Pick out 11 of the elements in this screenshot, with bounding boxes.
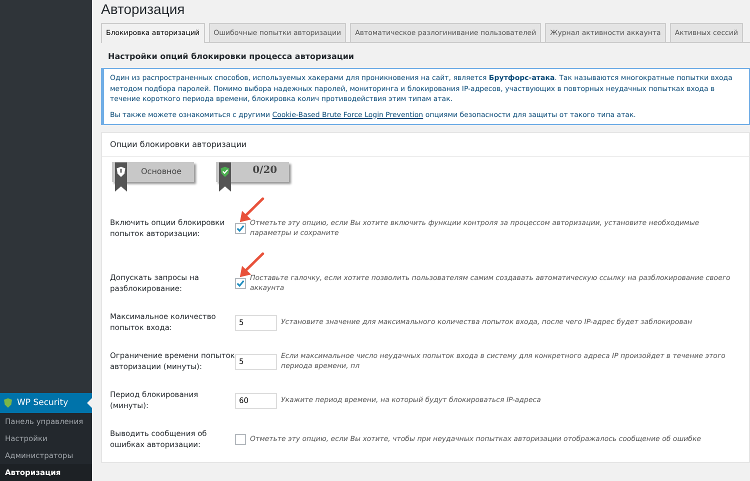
shield-icon	[4, 398, 12, 408]
checkbox[interactable]	[235, 223, 246, 234]
section-subheading: Настройки опций блокировки процесса авторизации	[108, 52, 356, 61]
checkbox[interactable]	[235, 434, 246, 445]
ribbon-shield-icon	[115, 162, 127, 192]
panel-title: Опции блокировки авторизации	[102, 133, 749, 157]
sidebar-menu-header[interactable]: WP Security	[0, 393, 92, 413]
page-title: Авторизация	[101, 1, 186, 17]
current-indicator-icon	[87, 398, 92, 408]
ribbon-shield-icon	[218, 162, 231, 192]
checkbox[interactable]	[235, 278, 246, 289]
